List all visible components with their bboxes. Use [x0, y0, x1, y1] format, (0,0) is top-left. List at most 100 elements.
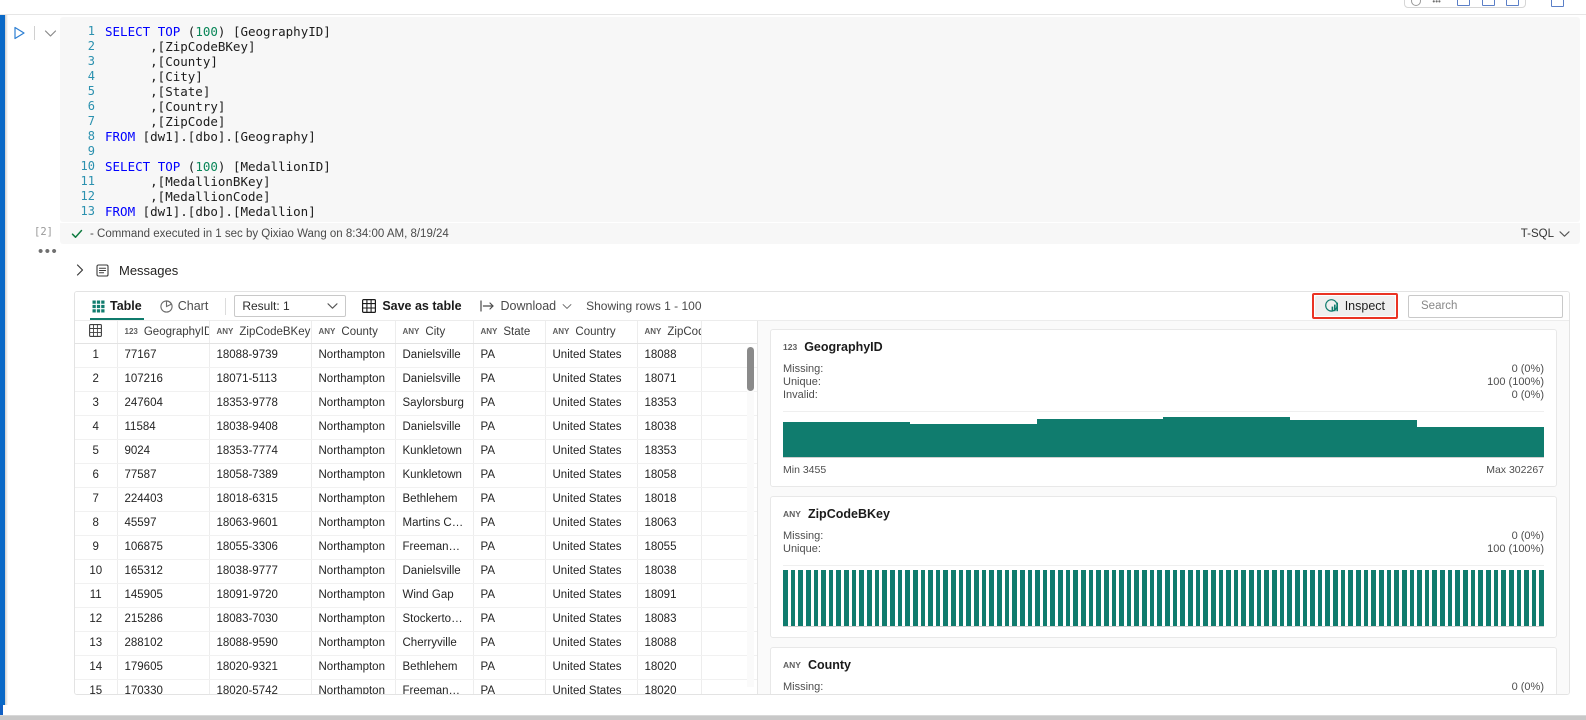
cell-state[interactable]: PA — [473, 463, 546, 488]
cell-zipbkey[interactable]: 18071-5113 — [209, 367, 312, 392]
cell-zipbkey[interactable]: 18058-7389 — [209, 463, 312, 488]
cell-county[interactable]: Northampton — [311, 583, 396, 608]
cell-zipcode[interactable]: 18088 — [637, 631, 702, 656]
cell-geoid[interactable]: 9024 — [117, 439, 210, 464]
cell-zipbkey[interactable]: 18353-9778 — [209, 391, 312, 416]
table-row[interactable]: 8 45597 18063-9601 Northampton Martins Cr… PA… — [75, 511, 757, 536]
language-selector[interactable]: T-SQL — [1521, 228, 1570, 240]
header-zipcode[interactable]: ANY ZipCode — [637, 321, 702, 344]
cell-row-number[interactable]: 12 — [75, 607, 118, 632]
cell-geoid[interactable]: 165312 — [117, 559, 210, 584]
cell-county[interactable]: Northampton — [311, 463, 396, 488]
cell-row-number[interactable]: 8 — [75, 511, 118, 536]
table-row[interactable]: 13 288102 18088-9590 Northampton Cherryville… — [75, 631, 757, 656]
cell-county[interactable]: Northampton — [311, 391, 396, 416]
cell-zipcode[interactable]: 18018 — [637, 487, 702, 512]
run-cell-button[interactable] — [10, 24, 28, 42]
cell-zipcode[interactable]: 18063 — [637, 511, 702, 536]
table-row[interactable]: 12 215286 18083-7030 Northampton Stockertown… — [75, 607, 757, 632]
cell-city[interactable]: Saylorsburg — [395, 391, 474, 416]
table-row[interactable]: 7 224403 18018-6315 Northampton Bethlehem PA U… — [75, 487, 757, 512]
cell-geoid[interactable]: 77167 — [117, 343, 210, 368]
cell-country[interactable]: United States — [545, 535, 638, 560]
cell-zipbkey[interactable]: 18018-6315 — [209, 487, 312, 512]
cell-state[interactable]: PA — [473, 343, 546, 368]
cell-county[interactable]: Northampton — [311, 439, 396, 464]
cell-zipcode[interactable]: 18091 — [637, 583, 702, 608]
cell-city[interactable]: Danielsville — [395, 559, 474, 584]
cell-geoid[interactable]: 179605 — [117, 655, 210, 680]
cell-zipcode[interactable]: 18020 — [637, 655, 702, 680]
cell-geoid[interactable]: 224403 — [117, 487, 210, 512]
cell-country[interactable]: United States — [545, 415, 638, 440]
header-city[interactable]: ANY City — [395, 321, 474, 344]
cell-country[interactable]: United States — [545, 367, 638, 392]
header-zipcodebkey[interactable]: ANY ZipCodeBKey — [209, 321, 312, 344]
cell-row-number[interactable]: 10 — [75, 559, 118, 584]
cell-country[interactable]: United States — [545, 487, 638, 512]
cell-city[interactable]: Cherryville — [395, 631, 474, 656]
table-row[interactable]: 2 107216 18071-5113 Northampton Danielsville… — [75, 367, 757, 392]
table-row[interactable]: 3 247604 18353-9778 Northampton Saylorsburg P… — [75, 391, 757, 416]
cell-geoid[interactable]: 215286 — [117, 607, 210, 632]
cell-row-number[interactable]: 15 — [75, 679, 118, 694]
table-row[interactable]: 4 11584 18038-9408 Northampton Danielsville P… — [75, 415, 757, 440]
cell-country[interactable]: United States — [545, 343, 638, 368]
cell-zipbkey[interactable]: 18083-7030 — [209, 607, 312, 632]
cell-city[interactable]: Danielsville — [395, 415, 474, 440]
cell-row-number[interactable]: 1 — [75, 343, 118, 368]
cell-city[interactable]: Stockertown — [395, 607, 474, 632]
cell-state[interactable]: PA — [473, 535, 546, 560]
cell-city[interactable]: Freemansb… — [395, 535, 474, 560]
cell-zipcode[interactable]: 18058 — [637, 463, 702, 488]
cell-zipcode[interactable]: 18055 — [637, 535, 702, 560]
cell-city[interactable]: Wind Gap — [395, 583, 474, 608]
cell-state[interactable]: PA — [473, 511, 546, 536]
cell-county[interactable]: Northampton — [311, 487, 396, 512]
tab-chart[interactable]: Chart — [151, 292, 218, 320]
cell-zipbkey[interactable]: 18038-9408 — [209, 415, 312, 440]
cell-geoid[interactable]: 145905 — [117, 583, 210, 608]
toolbar-box-b-icon[interactable] — [1481, 0, 1495, 6]
cell-row-number[interactable]: 4 — [75, 415, 118, 440]
cell-state[interactable]: PA — [473, 607, 546, 632]
cell-country[interactable]: United States — [545, 679, 638, 694]
cell-state[interactable]: PA — [473, 487, 546, 512]
toolbar-box-d-icon[interactable] — [1550, 0, 1564, 7]
header-geographyid[interactable]: 123 GeographyID — [117, 321, 210, 344]
cell-zipbkey[interactable]: 18088-9590 — [209, 631, 312, 656]
inspect-button[interactable]: Inspect — [1314, 296, 1395, 316]
search-box[interactable] — [1408, 294, 1569, 318]
cell-country[interactable]: United States — [545, 583, 638, 608]
cell-state[interactable]: PA — [473, 391, 546, 416]
cell-city[interactable]: Bethlehem — [395, 487, 474, 512]
cell-geoid[interactable]: 106875 — [117, 535, 210, 560]
header-county[interactable]: ANY County — [311, 321, 396, 344]
data-grid-pane[interactable]: 123 GeographyID ANY ZipCodeBKey ANY Coun… — [75, 321, 757, 694]
cell-county[interactable]: Northampton — [311, 631, 396, 656]
result-select[interactable]: Result: 1 — [234, 295, 347, 317]
toolbar-box-a-icon[interactable] — [1456, 0, 1470, 6]
cell-state[interactable]: PA — [473, 583, 546, 608]
toolbar-box-c-icon[interactable] — [1506, 0, 1520, 6]
cell-geoid[interactable]: 170330 — [117, 679, 210, 694]
cell-country[interactable]: United States — [545, 463, 638, 488]
cell-geoid[interactable]: 247604 — [117, 391, 210, 416]
cell-state[interactable]: PA — [473, 415, 546, 440]
cell-row-number[interactable]: 3 — [75, 391, 118, 416]
cell-overflow-menu-icon[interactable]: ••• — [38, 244, 58, 259]
cell-county[interactable]: Northampton — [311, 535, 396, 560]
table-row[interactable]: 1 77167 18088-9739 Northampton Danielsville P… — [75, 343, 757, 368]
cell-geoid[interactable]: 288102 — [117, 631, 210, 656]
cell-city[interactable]: Danielsville — [395, 367, 474, 392]
cell-row-number[interactable]: 9 — [75, 535, 118, 560]
cell-zipcode[interactable]: 18038 — [637, 559, 702, 584]
cell-zipbkey[interactable]: 18055-3306 — [209, 535, 312, 560]
cell-county[interactable]: Northampton — [311, 559, 396, 584]
cell-zipbkey[interactable]: 18020-9321 — [209, 655, 312, 680]
cell-row-number[interactable]: 11 — [75, 583, 118, 608]
save-as-table-button[interactable]: Save as table — [362, 299, 462, 313]
cell-country[interactable]: United States — [545, 391, 638, 416]
table-row[interactable]: 6 77587 18058-7389 Northampton Kunkletown PA U… — [75, 463, 757, 488]
cell-geoid[interactable]: 45597 — [117, 511, 210, 536]
